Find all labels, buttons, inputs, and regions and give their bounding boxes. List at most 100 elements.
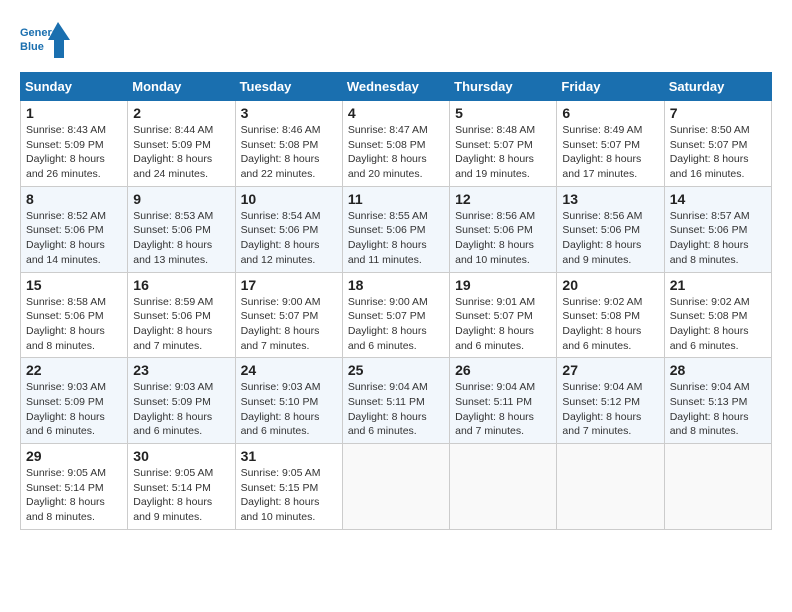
calendar-cell: 2 Sunrise: 8:44 AMSunset: 5:09 PMDayligh… xyxy=(128,101,235,187)
day-number: 29 xyxy=(26,448,122,464)
day-number: 31 xyxy=(241,448,337,464)
calendar-cell: 8 Sunrise: 8:52 AMSunset: 5:06 PMDayligh… xyxy=(21,186,128,272)
day-info: Sunrise: 8:43 AMSunset: 5:09 PMDaylight:… xyxy=(26,123,122,182)
day-info: Sunrise: 9:02 AMSunset: 5:08 PMDaylight:… xyxy=(562,295,658,354)
day-info: Sunrise: 9:04 AMSunset: 5:13 PMDaylight:… xyxy=(670,380,766,439)
day-number: 27 xyxy=(562,362,658,378)
calendar-cell xyxy=(557,444,664,530)
logo-svg: General Blue xyxy=(20,20,70,62)
calendar-cell: 20 Sunrise: 9:02 AMSunset: 5:08 PMDaylig… xyxy=(557,272,664,358)
day-number: 8 xyxy=(26,191,122,207)
calendar-cell: 4 Sunrise: 8:47 AMSunset: 5:08 PMDayligh… xyxy=(342,101,449,187)
calendar-cell: 15 Sunrise: 8:58 AMSunset: 5:06 PMDaylig… xyxy=(21,272,128,358)
calendar-cell: 14 Sunrise: 8:57 AMSunset: 5:06 PMDaylig… xyxy=(664,186,771,272)
day-number: 15 xyxy=(26,277,122,293)
calendar-cell: 5 Sunrise: 8:48 AMSunset: 5:07 PMDayligh… xyxy=(450,101,557,187)
calendar-cell: 22 Sunrise: 9:03 AMSunset: 5:09 PMDaylig… xyxy=(21,358,128,444)
day-info: Sunrise: 9:04 AMSunset: 5:11 PMDaylight:… xyxy=(455,380,551,439)
day-info: Sunrise: 8:47 AMSunset: 5:08 PMDaylight:… xyxy=(348,123,444,182)
svg-text:Blue: Blue xyxy=(20,41,44,53)
day-info: Sunrise: 8:52 AMSunset: 5:06 PMDaylight:… xyxy=(26,209,122,268)
calendar-cell: 21 Sunrise: 9:02 AMSunset: 5:08 PMDaylig… xyxy=(664,272,771,358)
day-info: Sunrise: 8:53 AMSunset: 5:06 PMDaylight:… xyxy=(133,209,229,268)
day-number: 24 xyxy=(241,362,337,378)
day-info: Sunrise: 9:03 AMSunset: 5:09 PMDaylight:… xyxy=(133,380,229,439)
logo: General Blue xyxy=(20,20,70,62)
day-number: 6 xyxy=(562,105,658,121)
day-info: Sunrise: 8:56 AMSunset: 5:06 PMDaylight:… xyxy=(455,209,551,268)
day-info: Sunrise: 9:05 AMSunset: 5:14 PMDaylight:… xyxy=(26,466,122,525)
calendar-cell xyxy=(664,444,771,530)
day-number: 7 xyxy=(670,105,766,121)
day-number: 22 xyxy=(26,362,122,378)
calendar-cell: 25 Sunrise: 9:04 AMSunset: 5:11 PMDaylig… xyxy=(342,358,449,444)
day-number: 5 xyxy=(455,105,551,121)
calendar-cell: 27 Sunrise: 9:04 AMSunset: 5:12 PMDaylig… xyxy=(557,358,664,444)
calendar-cell: 1 Sunrise: 8:43 AMSunset: 5:09 PMDayligh… xyxy=(21,101,128,187)
calendar-cell: 11 Sunrise: 8:55 AMSunset: 5:06 PMDaylig… xyxy=(342,186,449,272)
day-number: 12 xyxy=(455,191,551,207)
calendar-cell: 10 Sunrise: 8:54 AMSunset: 5:06 PMDaylig… xyxy=(235,186,342,272)
calendar-cell: 7 Sunrise: 8:50 AMSunset: 5:07 PMDayligh… xyxy=(664,101,771,187)
day-info: Sunrise: 9:05 AMSunset: 5:14 PMDaylight:… xyxy=(133,466,229,525)
day-number: 9 xyxy=(133,191,229,207)
calendar-cell: 24 Sunrise: 9:03 AMSunset: 5:10 PMDaylig… xyxy=(235,358,342,444)
calendar-cell: 30 Sunrise: 9:05 AMSunset: 5:14 PMDaylig… xyxy=(128,444,235,530)
day-info: Sunrise: 9:00 AMSunset: 5:07 PMDaylight:… xyxy=(348,295,444,354)
day-number: 13 xyxy=(562,191,658,207)
day-number: 11 xyxy=(348,191,444,207)
calendar-cell: 31 Sunrise: 9:05 AMSunset: 5:15 PMDaylig… xyxy=(235,444,342,530)
day-number: 19 xyxy=(455,277,551,293)
day-header-tuesday: Tuesday xyxy=(235,73,342,101)
day-number: 2 xyxy=(133,105,229,121)
day-info: Sunrise: 8:48 AMSunset: 5:07 PMDaylight:… xyxy=(455,123,551,182)
day-header-sunday: Sunday xyxy=(21,73,128,101)
day-info: Sunrise: 9:04 AMSunset: 5:12 PMDaylight:… xyxy=(562,380,658,439)
day-info: Sunrise: 8:44 AMSunset: 5:09 PMDaylight:… xyxy=(133,123,229,182)
day-info: Sunrise: 8:58 AMSunset: 5:06 PMDaylight:… xyxy=(26,295,122,354)
day-number: 21 xyxy=(670,277,766,293)
day-info: Sunrise: 9:05 AMSunset: 5:15 PMDaylight:… xyxy=(241,466,337,525)
calendar-table: SundayMondayTuesdayWednesdayThursdayFrid… xyxy=(20,72,772,530)
day-number: 28 xyxy=(670,362,766,378)
calendar-body: 1 Sunrise: 8:43 AMSunset: 5:09 PMDayligh… xyxy=(21,101,772,530)
calendar-cell: 17 Sunrise: 9:00 AMSunset: 5:07 PMDaylig… xyxy=(235,272,342,358)
day-number: 23 xyxy=(133,362,229,378)
calendar-cell: 29 Sunrise: 9:05 AMSunset: 5:14 PMDaylig… xyxy=(21,444,128,530)
day-number: 17 xyxy=(241,277,337,293)
day-number: 1 xyxy=(26,105,122,121)
calendar-week-4: 22 Sunrise: 9:03 AMSunset: 5:09 PMDaylig… xyxy=(21,358,772,444)
day-info: Sunrise: 8:49 AMSunset: 5:07 PMDaylight:… xyxy=(562,123,658,182)
calendar-week-2: 8 Sunrise: 8:52 AMSunset: 5:06 PMDayligh… xyxy=(21,186,772,272)
calendar-week-5: 29 Sunrise: 9:05 AMSunset: 5:14 PMDaylig… xyxy=(21,444,772,530)
day-number: 14 xyxy=(670,191,766,207)
calendar-cell: 26 Sunrise: 9:04 AMSunset: 5:11 PMDaylig… xyxy=(450,358,557,444)
day-info: Sunrise: 8:50 AMSunset: 5:07 PMDaylight:… xyxy=(670,123,766,182)
calendar-week-3: 15 Sunrise: 8:58 AMSunset: 5:06 PMDaylig… xyxy=(21,272,772,358)
calendar-cell: 13 Sunrise: 8:56 AMSunset: 5:06 PMDaylig… xyxy=(557,186,664,272)
calendar-cell: 23 Sunrise: 9:03 AMSunset: 5:09 PMDaylig… xyxy=(128,358,235,444)
day-info: Sunrise: 9:00 AMSunset: 5:07 PMDaylight:… xyxy=(241,295,337,354)
calendar-cell: 28 Sunrise: 9:04 AMSunset: 5:13 PMDaylig… xyxy=(664,358,771,444)
day-info: Sunrise: 9:01 AMSunset: 5:07 PMDaylight:… xyxy=(455,295,551,354)
day-number: 26 xyxy=(455,362,551,378)
day-info: Sunrise: 8:59 AMSunset: 5:06 PMDaylight:… xyxy=(133,295,229,354)
day-number: 25 xyxy=(348,362,444,378)
day-info: Sunrise: 9:03 AMSunset: 5:09 PMDaylight:… xyxy=(26,380,122,439)
calendar-cell: 19 Sunrise: 9:01 AMSunset: 5:07 PMDaylig… xyxy=(450,272,557,358)
page-header: General Blue xyxy=(20,20,772,62)
calendar-cell: 18 Sunrise: 9:00 AMSunset: 5:07 PMDaylig… xyxy=(342,272,449,358)
day-number: 16 xyxy=(133,277,229,293)
calendar-cell: 16 Sunrise: 8:59 AMSunset: 5:06 PMDaylig… xyxy=(128,272,235,358)
day-number: 4 xyxy=(348,105,444,121)
calendar-cell: 9 Sunrise: 8:53 AMSunset: 5:06 PMDayligh… xyxy=(128,186,235,272)
day-number: 3 xyxy=(241,105,337,121)
calendar-cell: 3 Sunrise: 8:46 AMSunset: 5:08 PMDayligh… xyxy=(235,101,342,187)
day-number: 30 xyxy=(133,448,229,464)
day-number: 18 xyxy=(348,277,444,293)
day-info: Sunrise: 9:03 AMSunset: 5:10 PMDaylight:… xyxy=(241,380,337,439)
calendar-cell xyxy=(450,444,557,530)
day-info: Sunrise: 8:57 AMSunset: 5:06 PMDaylight:… xyxy=(670,209,766,268)
calendar-cell xyxy=(342,444,449,530)
calendar-cell: 12 Sunrise: 8:56 AMSunset: 5:06 PMDaylig… xyxy=(450,186,557,272)
